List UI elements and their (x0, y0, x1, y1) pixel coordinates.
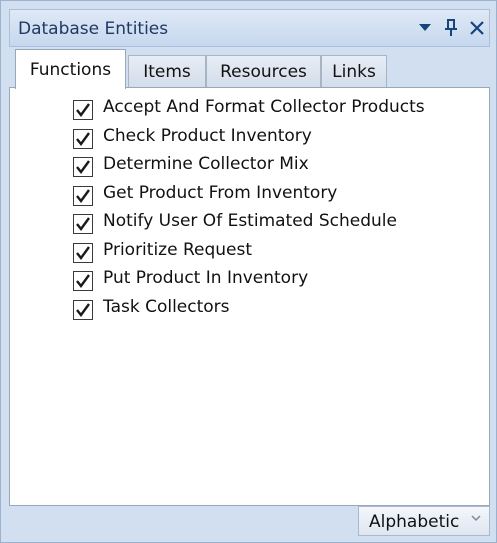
tab-resources[interactable]: Resources (206, 55, 321, 88)
pin-icon (445, 19, 457, 36)
function-label: Notify User Of Estimated Schedule (103, 211, 397, 231)
functions-list: Accept And Format Collector Products Chec… (10, 94, 489, 322)
functions-list-pane: Accept And Format Collector Products Chec… (9, 87, 490, 506)
function-checkbox[interactable] (73, 214, 93, 234)
function-label: Get Product From Inventory (103, 182, 338, 203)
function-label: Prioritize Request (103, 239, 253, 260)
function-checkbox[interactable] (73, 157, 93, 177)
sort-order-select[interactable]: Alphabetic (358, 506, 490, 536)
function-checkbox[interactable] (73, 100, 93, 120)
checkmark-icon (76, 160, 90, 174)
function-checkbox[interactable] (73, 271, 93, 291)
panel-title-bar[interactable]: Database Entities (9, 9, 490, 47)
checkmark-icon (76, 274, 90, 288)
function-checkbox[interactable] (73, 128, 93, 149)
function-list-item[interactable]: Determine Collector Mix (10, 151, 489, 180)
function-checkbox[interactable] (73, 299, 93, 320)
function-list-item[interactable]: Accept And Format Collector Products (10, 94, 489, 123)
function-label: Task Collectors (103, 296, 230, 317)
checkmark-icon (76, 131, 90, 146)
function-label: Accept And Format Collector Products (103, 97, 425, 117)
function-label: Check Product Inventory (103, 125, 312, 146)
function-list-item[interactable]: Notify User Of Estimated Schedule (10, 208, 489, 237)
function-list-item[interactable]: Put Product In Inventory (10, 265, 489, 294)
panel-title: Database Entities (18, 19, 169, 39)
triangle-down-icon (419, 24, 431, 31)
close-button[interactable] (462, 10, 492, 46)
function-checkbox[interactable] (73, 185, 93, 206)
tab-items[interactable]: Items (128, 55, 206, 88)
close-icon (470, 21, 484, 35)
checkmark-icon (76, 188, 90, 203)
chevron-down-icon (471, 515, 481, 522)
panel-footer: Alphabetic (9, 506, 490, 536)
database-entities-panel: Database Entities Functions Items Resour… (0, 0, 497, 543)
function-checkbox[interactable] (73, 242, 93, 263)
function-list-item[interactable]: Check Product Inventory (10, 123, 489, 152)
entity-tabs: Functions Items Resources Links (9, 47, 490, 89)
checkmark-icon (76, 245, 90, 260)
function-label: Determine Collector Mix (103, 154, 309, 174)
tab-functions[interactable]: Functions (15, 49, 126, 89)
checkmark-icon (76, 217, 90, 231)
tab-links[interactable]: Links (321, 55, 387, 88)
checkmark-icon (76, 103, 90, 117)
function-list-item[interactable]: Get Product From Inventory (10, 180, 489, 209)
checkmark-icon (76, 302, 90, 317)
function-list-item[interactable]: Task Collectors (10, 294, 489, 323)
function-label: Put Product In Inventory (103, 268, 309, 288)
sort-order-value: Alphabetic (369, 512, 460, 532)
function-list-item[interactable]: Prioritize Request (10, 237, 489, 266)
